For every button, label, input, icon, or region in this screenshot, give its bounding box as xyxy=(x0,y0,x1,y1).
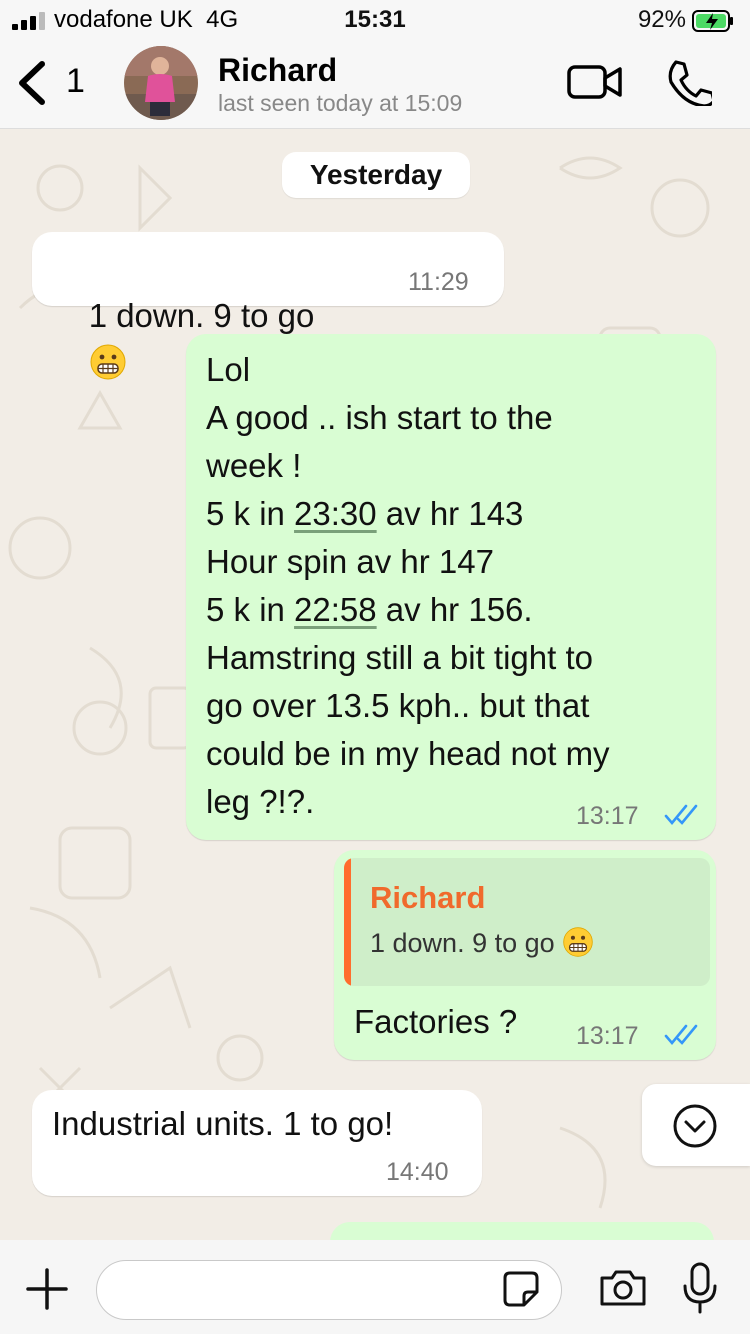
message-time: 11:29 xyxy=(408,268,469,296)
message-bubble-incoming[interactable]: Industrial units. 1 to go! 14:40 xyxy=(32,1090,482,1196)
quote-author: Richard xyxy=(370,880,486,915)
message-bubble-outgoing[interactable]: Lol A good .. ish start to the week ! 5 … xyxy=(186,334,716,840)
scroll-to-bottom-button[interactable] xyxy=(642,1084,750,1166)
composer-bar xyxy=(0,1240,750,1334)
battery-percent: 92% xyxy=(637,6,686,33)
message-bubble-incoming[interactable]: 1 down. 9 to go 11:29 xyxy=(32,232,504,380)
status-bar: vodafone UK 4G 15:31 92% xyxy=(0,0,750,40)
message-text: Lol A good .. ish start to the week ! 5 … xyxy=(206,351,610,820)
date-separator: Yesterday xyxy=(282,152,470,198)
message-time: 13:17 xyxy=(576,1022,639,1050)
camera-icon[interactable] xyxy=(598,1268,648,1308)
avatar[interactable] xyxy=(124,46,198,120)
back-chevron-icon[interactable] xyxy=(14,58,50,108)
plus-icon[interactable] xyxy=(26,1268,68,1310)
message-text: Factories ? xyxy=(354,1003,518,1040)
message-input[interactable] xyxy=(96,1260,562,1320)
battery-charging-icon xyxy=(692,10,733,32)
read-ticks-icon xyxy=(664,804,698,826)
scroll-down-icon xyxy=(673,1104,717,1148)
message-time: 14:40 xyxy=(386,1158,449,1186)
unread-count[interactable]: 1 xyxy=(66,62,85,101)
sticker-icon[interactable] xyxy=(502,1270,540,1308)
read-ticks-icon xyxy=(664,1024,698,1046)
grimacing-face-icon xyxy=(563,927,593,957)
quote-text: 1 down. 9 to go xyxy=(370,926,594,959)
last-seen: last seen today at 15:09 xyxy=(218,90,463,116)
contact-name[interactable]: Richard xyxy=(218,52,337,89)
quoted-message[interactable]: Richard 1 down. 9 to go xyxy=(344,858,710,986)
time-link[interactable]: 23:30 xyxy=(294,495,377,532)
phone-icon[interactable] xyxy=(666,58,712,106)
grimacing-face-icon xyxy=(90,344,126,380)
quote-accent-bar xyxy=(344,858,351,986)
message-time: 13:17 xyxy=(576,802,639,830)
microphone-icon[interactable] xyxy=(682,1262,718,1314)
time-link[interactable]: 22:58 xyxy=(294,591,377,628)
chat-header: 1 Richard last seen today at 15:09 xyxy=(0,40,750,129)
message-text: Industrial units. 1 to go! xyxy=(52,1105,394,1142)
video-call-icon[interactable] xyxy=(566,62,624,102)
